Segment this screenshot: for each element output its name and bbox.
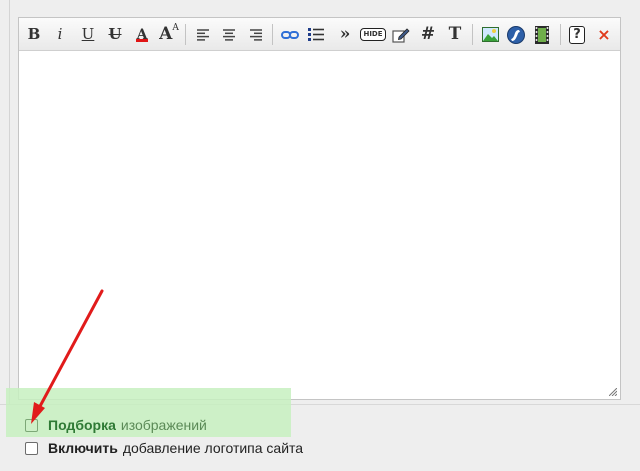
hash-button[interactable]: # xyxy=(418,24,438,45)
gallery-label-bold: Подборка xyxy=(48,417,116,433)
text-editor: B i U U A AA » HIDE # T ? × xyxy=(18,17,621,400)
help-button[interactable]: ? xyxy=(567,24,587,45)
video-button[interactable] xyxy=(532,24,552,45)
help-icon: ? xyxy=(569,25,585,44)
logo-label-bold: Включить xyxy=(48,440,118,456)
logo-checkbox[interactable] xyxy=(25,441,38,455)
strikethrough-button[interactable]: U xyxy=(105,24,125,45)
gallery-checkbox[interactable] xyxy=(25,418,38,432)
toolbar-separator xyxy=(185,24,186,45)
editor-toolbar: B i U U A AA » HIDE # T ? × xyxy=(19,18,620,51)
message-textarea[interactable] xyxy=(19,51,620,399)
align-left-icon xyxy=(197,28,209,41)
strikethrough-icon: U xyxy=(108,25,122,43)
option-logo[interactable]: Включить добавление логотипа сайта xyxy=(25,440,303,456)
flash-button[interactable] xyxy=(506,24,526,45)
option-gallery[interactable]: Подборка изображений xyxy=(25,417,207,433)
edit-icon xyxy=(392,27,410,43)
align-center-button[interactable] xyxy=(219,24,239,45)
quote-button[interactable]: » xyxy=(335,24,355,45)
remove-format-button[interactable]: × xyxy=(594,24,614,45)
hash-icon: # xyxy=(420,24,436,44)
image-button[interactable] xyxy=(480,24,500,45)
hide-icon: HIDE xyxy=(360,28,386,41)
align-right-button[interactable] xyxy=(246,24,266,45)
hide-button[interactable]: HIDE xyxy=(359,24,387,45)
font-size-small-icon: A xyxy=(172,23,179,33)
align-left-button[interactable] xyxy=(193,24,213,45)
align-right-icon xyxy=(250,28,262,41)
link-button[interactable] xyxy=(280,24,300,45)
left-rule xyxy=(9,0,10,404)
italic-icon: i xyxy=(57,25,63,43)
font-color-button[interactable]: A xyxy=(132,24,152,45)
bold-icon: B xyxy=(27,25,41,43)
italic-button[interactable]: i xyxy=(50,24,70,45)
font-color-bar xyxy=(136,39,148,42)
underline-button[interactable]: U xyxy=(78,24,98,45)
link-icon xyxy=(281,30,299,39)
align-center-icon xyxy=(223,28,235,41)
remove-icon: × xyxy=(597,24,611,44)
gallery-label-rest: изображений xyxy=(120,417,207,433)
video-icon xyxy=(535,25,549,44)
list-button[interactable] xyxy=(306,24,326,45)
logo-label-rest: добавление логотипа сайта xyxy=(122,440,304,456)
toolbar-separator xyxy=(560,24,561,45)
underline-icon: U xyxy=(81,25,95,43)
bold-button[interactable]: B xyxy=(24,24,44,45)
toolbar-separator xyxy=(272,24,273,45)
image-icon xyxy=(481,27,499,42)
quote-icon: » xyxy=(339,24,351,44)
font-size-icon: A xyxy=(159,24,173,44)
text-icon: T xyxy=(448,24,462,44)
font-size-button[interactable]: AA xyxy=(159,24,179,45)
text-button[interactable]: T xyxy=(445,24,465,45)
list-icon xyxy=(308,28,324,41)
edit-button[interactable] xyxy=(391,24,411,45)
flash-icon xyxy=(507,25,525,44)
toolbar-separator xyxy=(472,24,473,45)
resize-handle-icon[interactable] xyxy=(609,388,617,396)
